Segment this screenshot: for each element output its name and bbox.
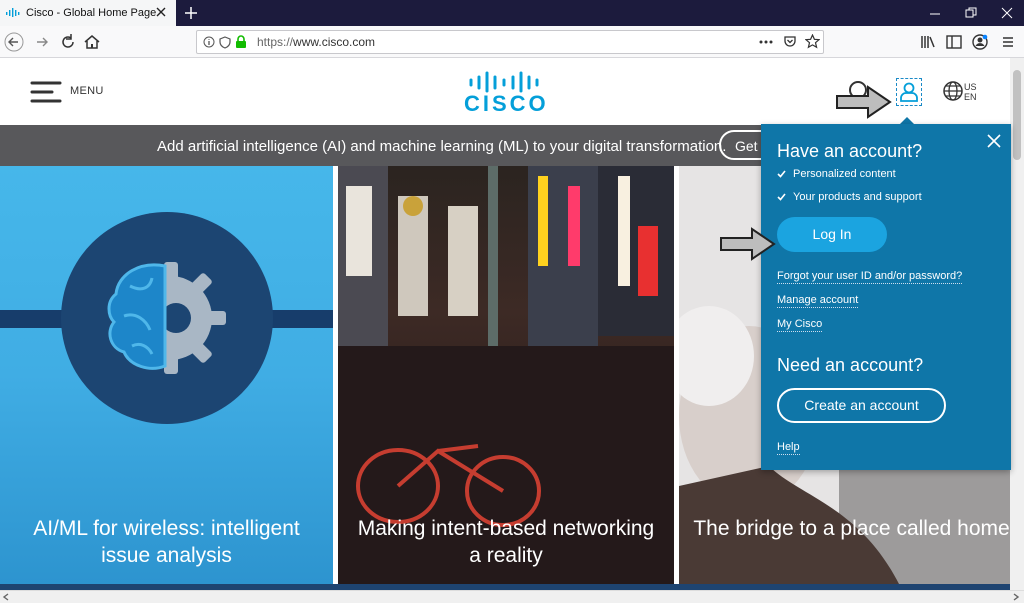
need-account-heading: Need an account? [777, 355, 924, 375]
benefit-item: Personalized content [777, 168, 896, 180]
library-icon[interactable] [918, 32, 938, 52]
cisco-logo-text[interactable]: CISCO [464, 91, 546, 117]
restore-icon[interactable] [964, 6, 978, 20]
browser-toolbar: https://www.cisco.com [0, 26, 1024, 58]
scroll-left-icon[interactable] [2, 593, 10, 601]
lock-icon[interactable] [235, 35, 247, 49]
my-cisco-link[interactable]: My Cisco [777, 318, 823, 332]
manage-account-link[interactable]: Manage account [777, 294, 859, 308]
cisco-logo-icon[interactable] [468, 71, 540, 93]
account-dropdown-panel: Have an account? Personalized content Yo… [761, 124, 1011, 470]
user-icon [900, 82, 918, 102]
home-icon[interactable] [82, 32, 102, 52]
annotation-arrow-icon [836, 85, 892, 119]
cisco-favicon-icon [6, 8, 20, 17]
account-sync-icon[interactable] [970, 32, 990, 52]
browser-tab[interactable]: Cisco - Global Home Page [0, 0, 176, 26]
language-code[interactable]: EN [964, 92, 977, 102]
banner-text: Add artificial intelligence (AI) and mac… [157, 138, 727, 155]
benefit-item: Your products and support [777, 191, 922, 203]
annotation-arrow-icon [720, 227, 776, 261]
language-country[interactable]: US [964, 82, 977, 92]
app-menu-icon[interactable] [998, 32, 1018, 52]
horizontal-scrollbar[interactable] [0, 590, 1024, 603]
tile-caption[interactable]: Making intent-based networking a reality [338, 515, 674, 569]
checkmark-icon [777, 170, 786, 178]
log-in-button[interactable]: Log In [777, 217, 887, 252]
info-icon[interactable] [203, 36, 215, 48]
vertical-scrollbar-thumb[interactable] [1013, 70, 1021, 160]
close-icon[interactable] [986, 133, 1002, 149]
address-bar[interactable]: https://www.cisco.com [196, 30, 824, 54]
minimize-icon[interactable] [928, 6, 942, 20]
tab-close-icon[interactable] [154, 5, 168, 19]
sidebar-icon[interactable] [944, 32, 964, 52]
tile-caption[interactable]: AI/ML for wireless: intelligent issue an… [0, 515, 333, 569]
reload-icon[interactable] [58, 32, 78, 52]
create-account-button[interactable]: Create an account [777, 388, 946, 423]
tile-ai-ml-wireless[interactable]: AI/ML for wireless: intelligent issue an… [0, 166, 333, 584]
browser-tab-bar: Cisco - Global Home Page [0, 0, 1024, 26]
forward-icon[interactable] [32, 32, 52, 52]
profile-button[interactable] [896, 78, 922, 106]
tile-intent-networking[interactable]: Making intent-based networking a reality [338, 166, 674, 584]
new-tab-icon[interactable] [182, 4, 200, 22]
bookmark-star-icon[interactable] [805, 34, 820, 49]
back-icon[interactable] [4, 32, 24, 52]
tab-title: Cisco - Global Home Page [26, 7, 157, 19]
scroll-right-icon[interactable] [1012, 593, 1020, 601]
tracking-shield-icon[interactable] [219, 36, 231, 49]
have-account-heading: Have an account? [777, 141, 923, 161]
help-link[interactable]: Help [777, 441, 800, 455]
page-actions-icon[interactable] [759, 40, 773, 44]
url-text: https://www.cisco.com [257, 35, 376, 49]
tile-caption[interactable]: The bridge to a place called home [679, 515, 1024, 542]
forgot-credentials-link[interactable]: Forgot your user ID and/or password? [777, 270, 963, 284]
menu-label[interactable]: MENU [70, 85, 104, 97]
window-close-icon[interactable] [1000, 6, 1014, 20]
checkmark-icon [777, 193, 786, 201]
pocket-icon[interactable] [783, 35, 797, 49]
globe-icon[interactable] [942, 80, 964, 102]
hamburger-menu-icon[interactable] [30, 80, 62, 104]
